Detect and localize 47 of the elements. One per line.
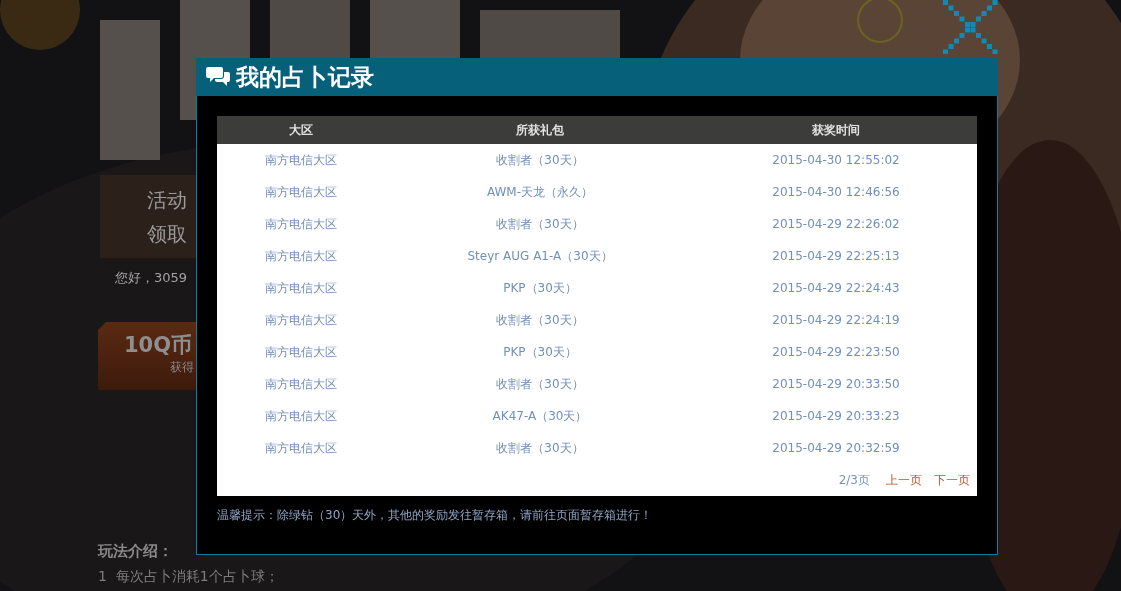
table-cell-text: 2015-04-29 20:33:23 — [771, 409, 901, 423]
table-cell-text: 南方电信大区 — [264, 215, 338, 233]
table-cell-text: 南方电信大区 — [264, 375, 338, 393]
reward-amount: 10Q币 — [124, 332, 193, 359]
reward-caption: 获得 — [170, 359, 194, 375]
table-cell-text: 南方电信大区 — [264, 439, 338, 457]
table-cell-text: 南方电信大区 — [264, 279, 338, 297]
table-cell-text: 2015-04-29 22:25:13 — [771, 249, 901, 263]
table-cell-text: 南方电信大区 — [264, 247, 338, 265]
table-cell-text: 2015-04-29 22:23:50 — [771, 345, 901, 359]
table-cell-text: 2015-04-29 22:24:19 — [771, 313, 901, 327]
dialog-title: 我的占卜记录 — [236, 63, 374, 92]
table-cell-text: 南方电信大区 — [264, 151, 338, 169]
table-cell-text: 南方电信大区 — [264, 311, 338, 329]
table-cell-text: 南方电信大区 — [264, 183, 338, 201]
table-cell-text: 收割者（30天） — [495, 215, 585, 233]
column-header: 获奖时间 — [811, 121, 861, 139]
table-cell-text: PKP（30天） — [502, 279, 578, 297]
greeting-text: 您好，3059 — [115, 269, 188, 287]
rule-text: 1 每次占卜消耗1个占卜球； — [98, 567, 279, 586]
table-cell-text: PKP（30天） — [502, 343, 578, 361]
rules-heading: 玩法介绍： — [98, 541, 173, 562]
table-cell-text: 南方电信大区 — [264, 343, 338, 361]
table-cell-text: 收割者（30天） — [495, 311, 585, 329]
table-cell-text: Steyr AUG A1-A（30天） — [466, 247, 614, 265]
promo-text: 领取 — [147, 221, 187, 248]
tip-text: 温馨提示：除绿钻（30）天外，其他的奖励发往暂存箱，请前往页面暂存箱进行！ — [217, 507, 654, 523]
table-cell-text: 收割者（30天） — [495, 439, 585, 457]
page-indicator: 2/3页 — [838, 471, 870, 489]
table-cell-text: 收割者（30天） — [495, 375, 585, 393]
close-button[interactable] — [943, 0, 998, 54]
table-cell-text: AK47-A（30天） — [491, 407, 589, 425]
table-cell-text: 2015-04-29 20:32:59 — [771, 441, 901, 455]
table-cell-text: 2015-04-30 12:55:02 — [771, 153, 901, 167]
table-cell-text: 南方电信大区 — [264, 407, 338, 425]
next-page-link[interactable]: 下一页 — [934, 471, 970, 489]
table-cell-text: AWM-天龙（永久） — [485, 183, 595, 201]
table-cell-text: 收割者（30天） — [495, 151, 585, 169]
previous-page-link[interactable]: 上一页 — [886, 471, 922, 489]
table-cell-text: 2015-04-29 20:33:50 — [771, 377, 901, 391]
table-cell-text: 2015-04-29 22:24:43 — [771, 281, 901, 295]
promo-text: 活动 — [147, 187, 187, 214]
table-cell-text: 2015-04-30 12:46:56 — [771, 185, 901, 199]
chat-bubbles-icon — [206, 66, 230, 88]
table-cell-text: 2015-04-29 22:26:02 — [771, 217, 901, 231]
column-header: 所获礼包 — [515, 121, 565, 139]
column-header: 大区 — [288, 121, 314, 139]
